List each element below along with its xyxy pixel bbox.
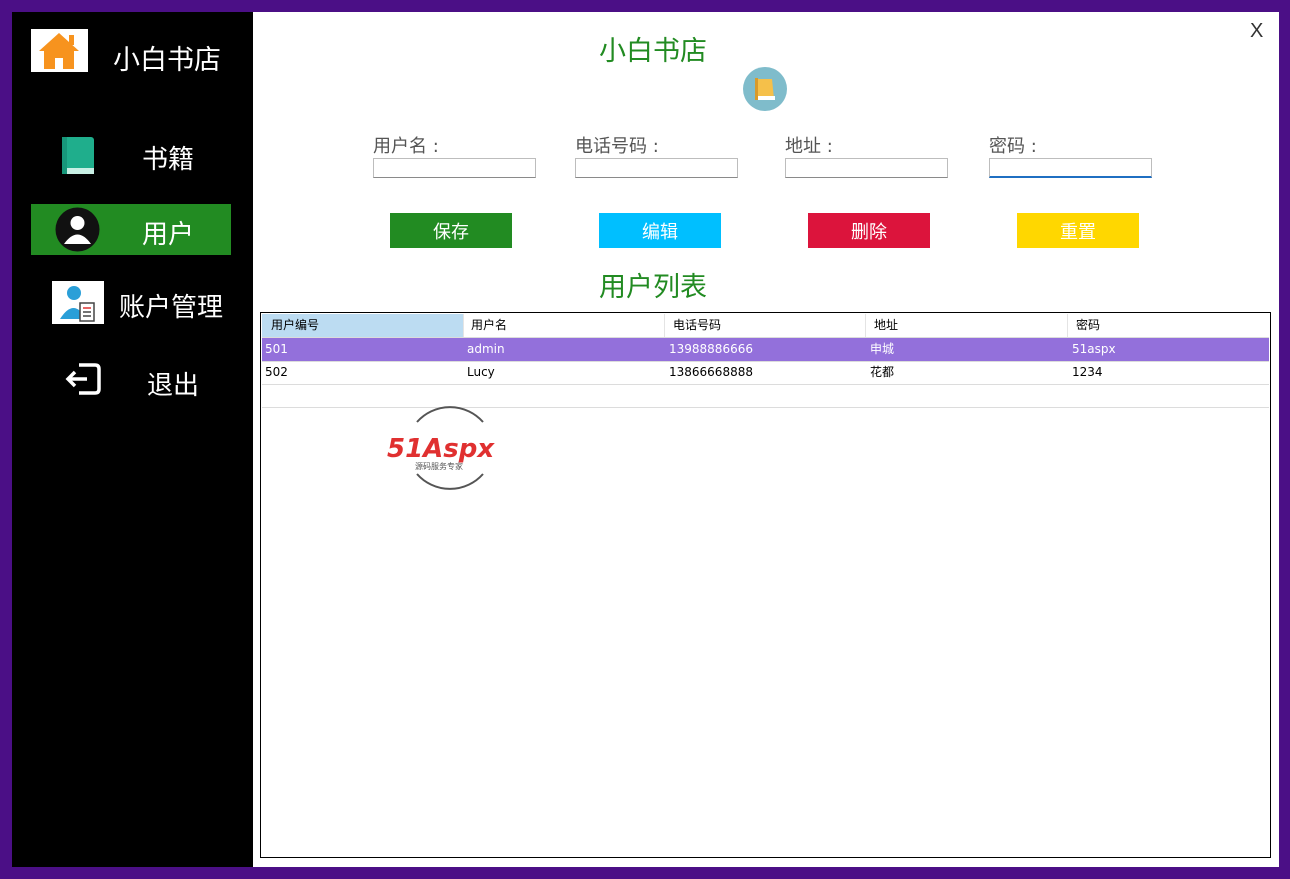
password-label: 密码 : — [989, 136, 1037, 157]
app-window: 小白书店 书籍 用户 账户管理 退出 X 小白书店 用户名: 电话号码: 地… — [12, 12, 1279, 867]
watermark-brand: 51Aspx — [387, 434, 495, 464]
sidebar-item-books[interactable]: 书籍 — [31, 131, 231, 182]
cell-id: 501 — [265, 342, 288, 356]
delete-button[interactable]: 删除 — [808, 213, 930, 248]
phone-input[interactable] — [575, 158, 738, 178]
sidebar-item-users[interactable]: 用户 — [31, 204, 231, 255]
home-icon — [31, 29, 88, 72]
cell-address: 申城 — [870, 342, 895, 356]
column-header-phone[interactable]: 电话号码 — [665, 314, 866, 337]
close-button[interactable]: X — [1250, 20, 1263, 43]
cell-password: 1234 — [1072, 365, 1103, 379]
reset-button[interactable]: 重置 — [1017, 213, 1139, 248]
watermark-tagline: 源码服务专家 — [415, 461, 463, 471]
column-header-username[interactable]: 用户名 — [464, 314, 665, 337]
column-header-id[interactable]: 用户编号 — [262, 314, 464, 337]
column-header-password[interactable]: 密码 — [1068, 314, 1270, 337]
edit-button[interactable]: 编辑 — [599, 213, 721, 248]
username-input[interactable] — [373, 158, 536, 178]
table-row[interactable]: 501 admin 13988886666 申城 51aspx — [262, 338, 1269, 362]
cell-phone: 13988886666 — [669, 342, 753, 356]
sidebar-item-label: 退出 — [147, 371, 200, 401]
sidebar-item-label: 用户 — [142, 220, 195, 250]
page-title: 小白书店 — [599, 36, 707, 67]
user-table[interactable]: 用户编号 用户名 电话号码 地址 密码 501 admin 1398888666… — [260, 312, 1271, 858]
address-label: 地址 : — [785, 136, 833, 157]
cell-id: 502 — [265, 365, 288, 379]
brand-name: 小白书店 — [113, 45, 221, 76]
book-circle-icon — [743, 67, 787, 111]
user-avatar-icon — [55, 207, 100, 256]
book-icon — [60, 135, 96, 181]
table-row[interactable]: 502 Lucy 13866668888 花都 1234 — [262, 361, 1269, 385]
watermark-logo: 51Aspx 源码服务专家 — [387, 402, 513, 494]
sidebar-item-logout[interactable]: 退出 — [31, 355, 231, 406]
sidebar: 小白书店 书籍 用户 账户管理 退出 — [12, 12, 253, 867]
cell-phone: 13866668888 — [669, 365, 753, 379]
account-manage-icon — [52, 281, 104, 324]
sidebar-item-label: 账户管理 — [119, 293, 224, 323]
password-input[interactable] — [989, 158, 1152, 178]
address-input[interactable] — [785, 158, 948, 178]
cell-address: 花都 — [870, 365, 895, 379]
logout-icon — [65, 361, 103, 401]
cell-username: admin — [467, 342, 505, 356]
save-button[interactable]: 保存 — [390, 213, 512, 248]
phone-label: 电话号码 : — [575, 136, 659, 157]
username-label: 用户名 : — [373, 136, 439, 157]
user-list-title: 用户列表 — [599, 272, 707, 303]
table-header: 用户编号 用户名 电话号码 地址 密码 — [262, 314, 1269, 338]
column-header-address[interactable]: 地址 — [866, 314, 1068, 337]
sidebar-item-label: 书籍 — [142, 145, 195, 175]
cell-password: 51aspx — [1072, 342, 1116, 356]
sidebar-item-account[interactable]: 账户管理 — [31, 278, 231, 329]
cell-username: Lucy — [467, 365, 495, 379]
